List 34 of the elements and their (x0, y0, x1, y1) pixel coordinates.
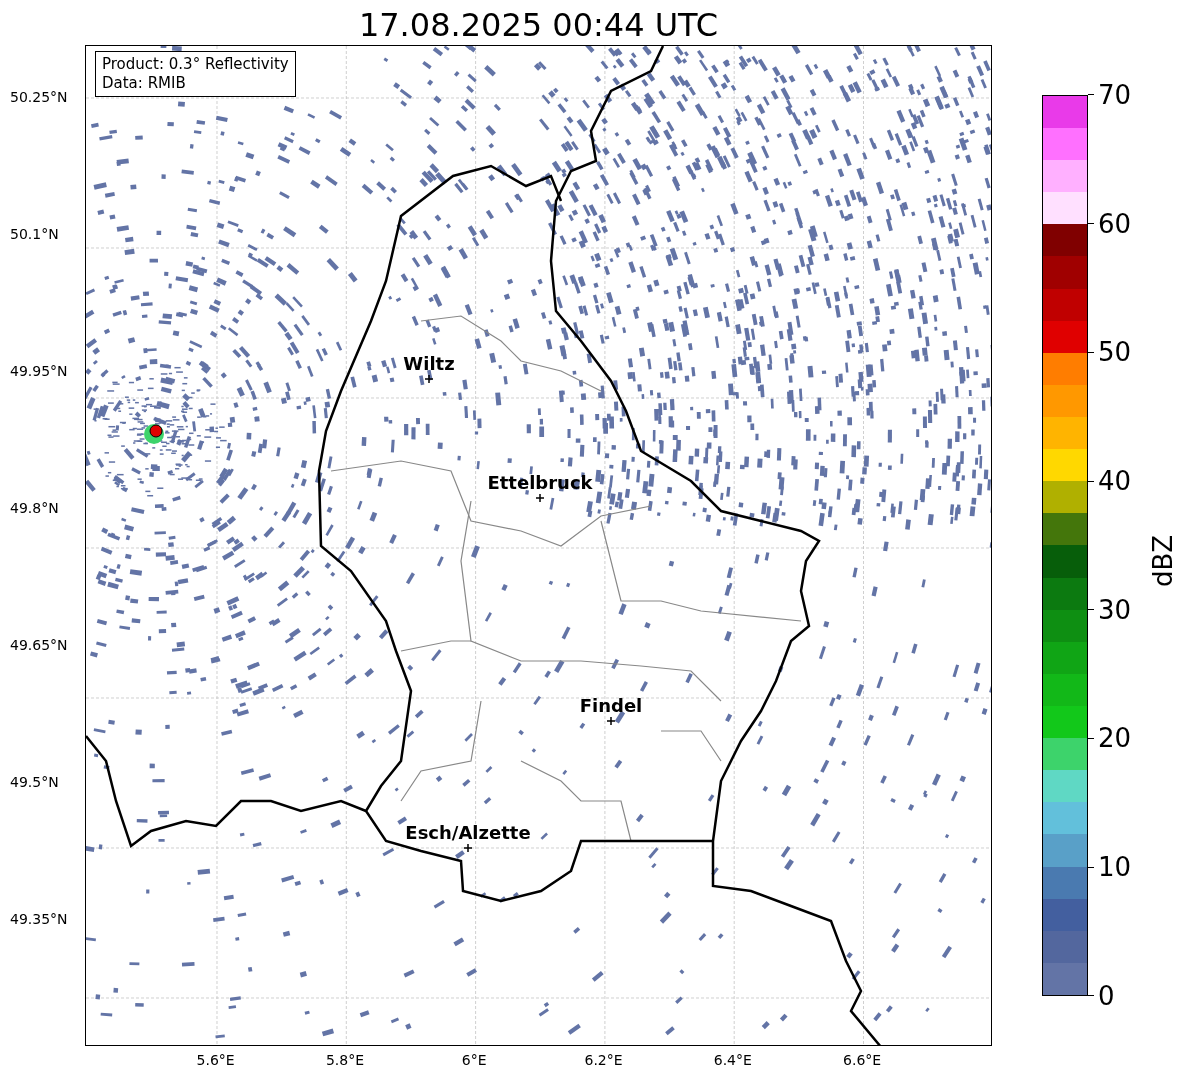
latitude-label: 49.35°N (10, 910, 68, 929)
scale-tick-label: 70 (1098, 80, 1132, 110)
scale-tick-label: 30 (1098, 594, 1132, 625)
city-marker-icon (463, 843, 473, 853)
latitude-label: 50.1°N (10, 225, 59, 244)
longitude-label: 6.4°E (713, 1052, 752, 1068)
latitude-label: 50.25°N (10, 88, 68, 107)
radar-site-icon (144, 424, 164, 444)
city-marker-icon (535, 493, 545, 503)
info-text: Data: RMIB (102, 74, 187, 93)
longitude-label: 5.6°E (196, 1052, 235, 1068)
latitude-label: 49.95°N (10, 362, 68, 381)
longitude-label: 6.2°E (584, 1052, 623, 1068)
scale-tick-label: 40 (1098, 466, 1132, 497)
longitude-label: 5.8°E (325, 1052, 364, 1068)
city-marker-icon (606, 716, 616, 726)
city-label: Esch/Alzette (405, 822, 531, 843)
scale-tick-label: 50 (1098, 337, 1132, 368)
latitude-label: 49.65°N (10, 636, 68, 655)
scale-unit-label: dBZ (1148, 534, 1179, 587)
latitude-label: 49.5°N (10, 773, 59, 792)
latitude-label: 49.8°N (10, 499, 59, 518)
scale-tick-label: 60 (1098, 208, 1132, 239)
info-text: Product: 0.3° Reflectivity (102, 55, 289, 74)
scale-tick-label: 0 (1098, 980, 1115, 1011)
chart-title: 17.08.2025 00:44 UTC (357, 5, 720, 45)
longitude-label: 6°E (461, 1052, 487, 1068)
scale-tick-label: 20 (1098, 723, 1132, 754)
city-label: Findel (579, 695, 643, 716)
canton-boundary (660, 730, 722, 762)
longitude-label: 6.6°E (843, 1052, 882, 1068)
scale-tick-label: 10 (1098, 852, 1132, 883)
city-label: Wiltz (403, 353, 455, 374)
city-marker-icon (424, 374, 434, 384)
